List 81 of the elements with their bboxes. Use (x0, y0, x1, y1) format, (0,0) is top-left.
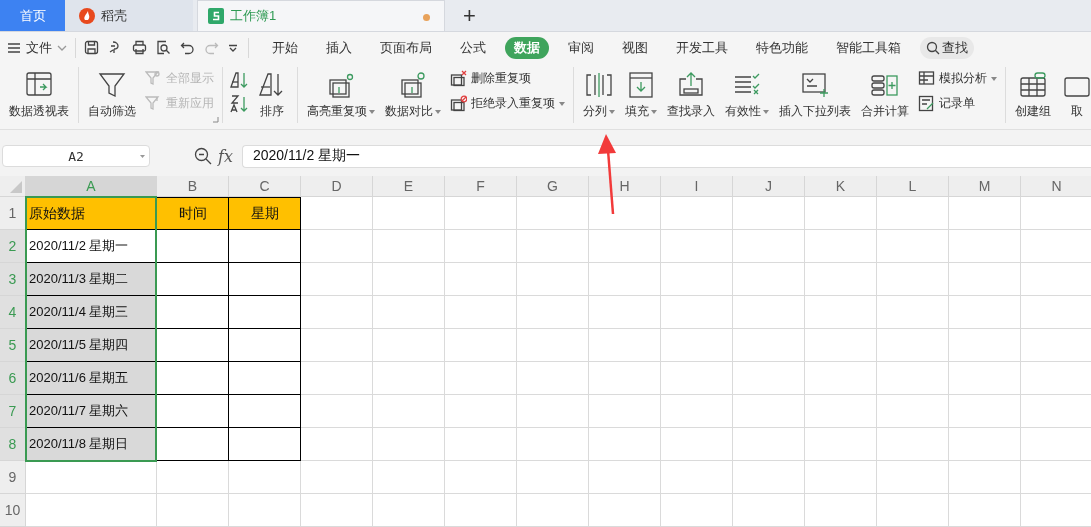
table-cell: 2020/11/7 星期六 (26, 395, 157, 428)
zoom-out-icon[interactable] (194, 147, 212, 165)
ribbon-button[interactable]: 数据对比 (382, 67, 444, 122)
table-cell: 2020/11/6 星期五 (26, 362, 157, 395)
ribbon-button[interactable]: 查找录入 (664, 67, 718, 122)
column-header[interactable]: L (877, 176, 949, 197)
header-cell: 时间 (157, 197, 229, 230)
column-header[interactable]: D (301, 176, 373, 197)
name-box[interactable]: A2 (2, 145, 150, 167)
ribbon-button[interactable]: 模拟分析 (916, 69, 999, 88)
new-tab-button[interactable]: + (463, 4, 476, 27)
column-header[interactable]: F (445, 176, 517, 197)
print-preview-icon[interactable] (156, 40, 171, 55)
ribbon-tab[interactable]: 公式 (451, 36, 495, 59)
header-cell: 原始数据 (26, 197, 157, 230)
column-header[interactable]: K (805, 176, 877, 197)
search-icon (926, 40, 940, 55)
dropdown-icon[interactable] (228, 43, 238, 52)
flame-logo-icon (79, 7, 95, 24)
sort-descending-icon[interactable] (229, 94, 249, 114)
ribbon-button[interactable]: 记录单 (916, 94, 999, 113)
column-header[interactable]: N (1021, 176, 1091, 197)
column-header[interactable]: M (949, 176, 1021, 197)
column-header[interactable]: C (229, 176, 301, 197)
table-cell: 2020/11/5 星期四 (26, 329, 157, 362)
document-tab[interactable]: 首页 (0, 0, 65, 31)
ribbon-button[interactable]: 创建组 (1012, 67, 1054, 122)
ribbon-button[interactable]: 删除重复项 (448, 69, 567, 88)
row-header[interactable]: 9 (0, 461, 26, 494)
table-cell: 2020/11/4 星期三 (26, 296, 157, 329)
column-header[interactable]: G (517, 176, 589, 197)
ribbon-tab[interactable]: 页面布局 (371, 36, 441, 59)
record-form-icon (918, 95, 935, 112)
print-icon[interactable] (132, 40, 147, 55)
group-table-icon (1017, 69, 1049, 99)
ribbon-tab[interactable]: 插入 (317, 36, 361, 59)
funnel-refresh-icon (145, 95, 162, 112)
pivot-table-icon (23, 69, 55, 99)
caret-icon (140, 155, 145, 158)
spreadsheet-logo-icon (208, 8, 224, 24)
save-icon[interactable] (84, 40, 99, 55)
table-cell: 2020/11/3 星期二 (26, 263, 157, 296)
file-menu[interactable]: 文件 (7, 38, 67, 57)
funnel-eye-icon (145, 70, 162, 87)
ribbon-button[interactable]: 数据透视表 (6, 67, 72, 122)
menu-icon (7, 41, 21, 54)
row-header[interactable]: 1 (0, 197, 26, 230)
ribbon-button[interactable]: 高亮重复项 (304, 67, 378, 122)
column-header[interactable]: B (157, 176, 229, 197)
chevron-down-icon (57, 44, 67, 51)
reject-duplicates-icon (450, 95, 467, 112)
ribbon-button[interactable]: 填充 (622, 67, 660, 122)
ribbon-button[interactable]: 有效性 (722, 67, 772, 122)
column-header[interactable]: I (661, 176, 733, 197)
column-header[interactable]: J (733, 176, 805, 197)
ribbon-tab[interactable]: 开始 (263, 36, 307, 59)
column-header[interactable]: E (373, 176, 445, 197)
ribbon-button[interactable]: 取 (1058, 67, 1091, 122)
ribbon-button[interactable]: 合并计算 (858, 67, 912, 122)
formula-field[interactable]: 2020/11/2 星期一 (241, 144, 1091, 168)
ribbon-button[interactable]: 分列 (580, 67, 618, 122)
ribbon-tab[interactable]: 智能工具箱 (827, 36, 910, 59)
table-cell: 2020/11/8 星期日 (26, 428, 157, 461)
search-button[interactable]: 查找 (920, 36, 974, 59)
document-tab[interactable]: 稻壳 (65, 0, 193, 31)
header-cell: 星期 (229, 197, 301, 230)
ribbon-tab[interactable]: 审阅 (559, 36, 603, 59)
what-if-table-icon (918, 70, 935, 87)
ribbon-tab[interactable]: 视图 (613, 36, 657, 59)
ribbon-tab[interactable]: 特色功能 (747, 36, 817, 59)
ribbon-button[interactable]: 排序 (253, 67, 291, 122)
sort-ascending-icon[interactable] (229, 70, 249, 90)
ribbon-button[interactable]: 插入下拉列表 (776, 67, 854, 122)
column-header[interactable]: H (589, 176, 661, 197)
remove-duplicates-icon (450, 70, 467, 87)
ribbon-button[interactable]: 拒绝录入重复项 (448, 94, 567, 113)
row-header[interactable]: 10 (0, 494, 26, 527)
undo-icon[interactable] (180, 40, 195, 55)
ribbon-button[interactable]: 自动筛选 (85, 67, 139, 122)
ribbon-tab[interactable]: 开发工具 (667, 36, 737, 59)
function-button[interactable]: fx (218, 146, 233, 166)
